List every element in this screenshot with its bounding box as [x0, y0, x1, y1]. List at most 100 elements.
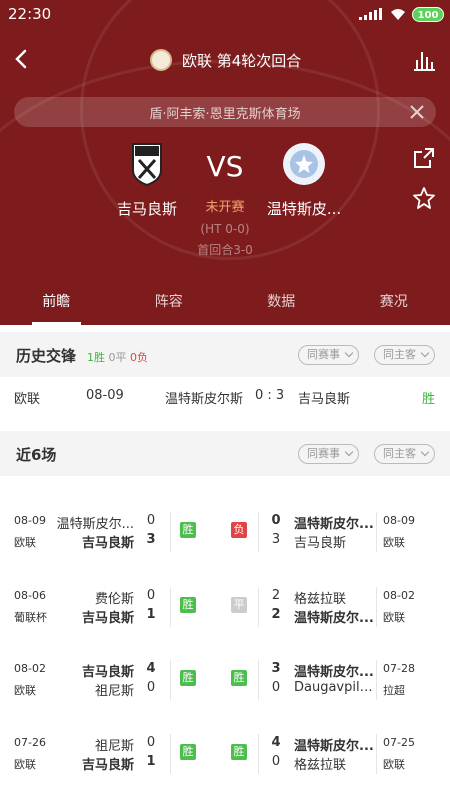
row-divider	[376, 512, 377, 552]
tab-live[interactable]: 赛况	[338, 282, 450, 325]
status-bar: 22:30 100	[0, 0, 450, 30]
away-recent-score1: 3	[271, 661, 281, 676]
home-recent-league: 欧联	[14, 536, 36, 549]
home-recent-score1: 4	[146, 661, 156, 676]
competition-title: 欧联 第4轮次回合	[182, 51, 302, 70]
away-recent-result-badge: 胜	[231, 744, 247, 760]
venue-banner: 盾·阿丰索·恩里克斯体育场	[14, 97, 436, 127]
home-recent-score2: 3	[146, 532, 156, 547]
away-recent-team2: Daugavpils ...	[294, 680, 374, 695]
home-recent-score1: 0	[146, 588, 156, 603]
signal-icon	[359, 8, 382, 20]
row-divider	[258, 587, 259, 627]
history-result: 胜	[422, 392, 436, 407]
home-recent-league: 欧联	[14, 684, 36, 697]
away-recent-date: 07-28	[383, 662, 415, 675]
home-recent-result-badge: 胜	[180, 597, 196, 613]
home-recent-score2: 1	[146, 607, 156, 622]
halftime-score: (HT 0-0)	[200, 222, 250, 236]
history-date: 08-09	[86, 388, 124, 403]
history-losses: 0负	[130, 351, 148, 364]
back-icon[interactable]	[10, 47, 34, 71]
away-recent-league: 欧联	[383, 611, 405, 624]
away-recent-score1: 0	[271, 513, 281, 528]
tab-lineup[interactable]: 阵容	[113, 282, 226, 325]
recent-same-venue-filter[interactable]: 同主客	[374, 444, 435, 464]
home-recent-team2: 吉马良斯	[81, 536, 134, 551]
away-team-badge	[283, 143, 325, 185]
first-leg-score: 首回合3-0	[197, 243, 253, 257]
history-league: 欧联	[14, 392, 41, 407]
away-recent-team1: 格兹拉联	[294, 592, 347, 607]
europa-league-logo	[150, 49, 172, 71]
away-recent-team2: 温特斯皮尔...	[294, 611, 374, 626]
home-recent-date: 08-09	[14, 514, 46, 527]
home-recent-team1: 费伦斯	[94, 592, 134, 607]
row-divider	[170, 587, 171, 627]
away-recent-result-badge: 平	[231, 597, 247, 613]
home-recent-score2: 1	[146, 754, 156, 769]
recent-same-competition-filter[interactable]: 同赛事	[298, 444, 359, 464]
away-recent-team1: 温特斯皮尔...	[294, 739, 374, 754]
history-draws: 0平	[108, 351, 127, 364]
row-divider	[170, 660, 171, 700]
home-recent-result-badge: 胜	[180, 670, 196, 686]
home-recent-team1: 吉马良斯	[81, 665, 134, 680]
away-recent-result-badge: 负	[231, 522, 247, 538]
away-recent-league: 欧联	[383, 758, 405, 771]
away-recent-league: 拉超	[383, 684, 405, 697]
tab-data[interactable]: 数据	[225, 282, 338, 325]
close-icon[interactable]	[408, 103, 426, 121]
recent-match-row[interactable]: 08-02 欧联 吉马良斯 4 祖尼斯 0 胜 胜 3 温特斯皮尔... 0 Daugavpils .…	[0, 658, 450, 706]
away-recent-score2: 3	[271, 532, 281, 547]
history-wins: 1胜	[87, 351, 105, 364]
history-row[interactable]: 欧联 08-09 温特斯皮尔斯 0 : 3 吉马良斯 胜	[0, 385, 450, 409]
away-recent-date: 08-09	[383, 514, 415, 527]
tab-preview[interactable]: 前瞻	[0, 282, 113, 325]
home-recent-date: 07-26	[14, 736, 46, 749]
home-recent-result-badge: 胜	[180, 522, 196, 538]
away-recent-score1: 2	[271, 588, 281, 603]
home-recent-league: 欧联	[14, 758, 36, 771]
away-recent-team1: 温特斯皮尔...	[294, 665, 374, 680]
status-time: 22:30	[8, 5, 52, 23]
stats-icon[interactable]	[412, 48, 436, 72]
away-recent-score1: 4	[271, 735, 281, 750]
home-team-badge	[132, 143, 162, 187]
vs-label: VS	[206, 150, 244, 183]
away-team-name: 温特斯皮...	[266, 200, 342, 218]
row-divider	[376, 587, 377, 627]
home-recent-score1: 0	[146, 513, 156, 528]
history-title: 历史交锋	[16, 347, 77, 365]
away-recent-team1: 温特斯皮尔...	[294, 517, 374, 532]
page-title: 欧联 第4轮次回合	[150, 48, 301, 72]
same-venue-filter[interactable]: 同主客	[374, 345, 435, 365]
history-header: 历史交锋 1胜 0平 0负 同赛事 同主客	[0, 332, 450, 377]
away-team[interactable]: 温特斯皮...	[259, 142, 349, 219]
share-icon[interactable]	[412, 146, 436, 170]
home-recent-league: 葡联杯	[14, 611, 47, 624]
recent-match-row[interactable]: 07-26 欧联 祖尼斯 0 吉马良斯 1 胜 胜 4 温特斯皮尔... 0 格兹拉联 07-25 欧联	[0, 732, 450, 780]
history-home: 温特斯皮尔斯	[165, 392, 244, 407]
history-away: 吉马良斯	[298, 392, 351, 407]
row-divider	[170, 734, 171, 774]
away-recent-date: 07-25	[383, 736, 415, 749]
home-recent-team2: 吉马良斯	[81, 611, 134, 626]
away-recent-score2: 0	[271, 680, 281, 695]
recent-match-row[interactable]: 08-09 欧联 温特斯皮尔... 0 吉马良斯 3 胜负 0 温特斯皮尔... 3 吉马良斯 08-…	[0, 510, 450, 558]
match-header: 22:30 100 欧联 第4轮次回合 盾·阿丰索·恩里克斯体育场 吉马良斯 V…	[0, 0, 450, 325]
home-team[interactable]: 吉马良斯	[102, 142, 192, 219]
history-score: 0 : 3	[255, 388, 285, 403]
row-divider	[258, 512, 259, 552]
home-recent-team2: 祖尼斯	[94, 684, 134, 699]
away-recent-score2: 0	[271, 754, 281, 769]
row-divider	[376, 734, 377, 774]
favorite-star-icon[interactable]	[412, 186, 436, 210]
away-recent-league: 欧联	[383, 536, 405, 549]
recent-match-row[interactable]: 08-06 葡联杯 费伦斯 0 吉马良斯 1 胜 平 2 格兹拉联 2 温特斯皮尔... 08-02 欧联	[0, 585, 450, 633]
away-recent-date: 08-02	[383, 589, 415, 602]
away-recent-team2: 吉马良斯	[294, 536, 347, 551]
row-divider	[376, 660, 377, 700]
venue-name: 盾·阿丰索·恩里克斯体育场	[149, 107, 301, 122]
same-competition-filter[interactable]: 同赛事	[298, 345, 359, 365]
